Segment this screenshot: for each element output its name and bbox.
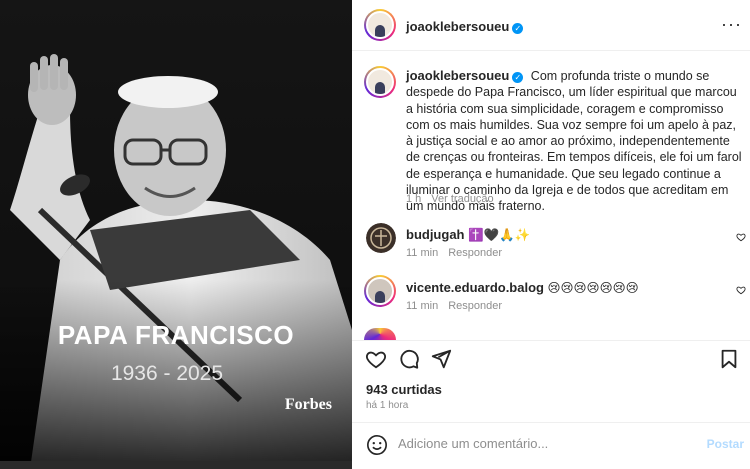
instagram-post-modal: PAPA FRANCISCO 1936 - 2025 Forbes joaokl… xyxy=(0,0,750,469)
author-avatar[interactable] xyxy=(364,9,396,41)
comment-username[interactable]: budjugah xyxy=(406,227,465,242)
comment-time: 11 min xyxy=(406,300,439,312)
translate-link[interactable]: Ver tradução xyxy=(431,193,493,205)
post-action-bar xyxy=(352,346,750,374)
forbes-logo: Forbes xyxy=(284,396,332,413)
comment-meta: 11 min Responder xyxy=(406,300,502,312)
commenter-avatar-partial xyxy=(364,328,396,340)
like-comment-heart-icon[interactable] xyxy=(736,232,746,242)
caption-author-username[interactable]: joaoklebersoueu ✓ xyxy=(406,68,524,83)
share-paper-plane-icon[interactable] xyxy=(430,348,452,370)
more-options-icon[interactable]: ··· xyxy=(721,14,742,35)
like-heart-icon[interactable] xyxy=(365,348,387,370)
commenter-avatar[interactable] xyxy=(364,275,396,307)
comment-bubble-icon[interactable] xyxy=(398,348,420,370)
emoji-icon[interactable] xyxy=(366,434,388,456)
caption-author-avatar[interactable] xyxy=(364,66,396,98)
image-headline: PAPA FRANCISCO xyxy=(57,320,295,350)
comment-body: budjugah ✝️🖤🙏✨ xyxy=(406,227,530,243)
comment-input[interactable] xyxy=(398,436,698,451)
comment-text: 😢😢😢😢😢😢😢 xyxy=(547,281,639,295)
verified-icon: ✓ xyxy=(512,23,524,34)
comment-username[interactable]: vicente.eduardo.balog xyxy=(406,280,544,295)
add-comment-bar: Postar xyxy=(352,422,750,469)
likes-count[interactable]: 943 curtidas xyxy=(366,382,442,397)
post-comment-button[interactable]: Postar xyxy=(707,437,744,451)
post-details-panel: joaoklebersoueu ✓ ··· joaoklebersoueu ✓ Co… xyxy=(352,0,750,469)
reply-button[interactable]: Responder xyxy=(448,247,502,259)
comment-time: 11 min xyxy=(406,247,439,259)
reply-button[interactable]: Responder xyxy=(448,300,502,312)
comment-text: ✝️🖤🙏✨ xyxy=(467,228,531,242)
post-timestamp: há 1 hora xyxy=(366,400,409,411)
caption-meta: 1 h Ver tradução xyxy=(406,193,494,205)
post-header: joaoklebersoueu ✓ ··· xyxy=(352,0,750,51)
image-bottom-strip xyxy=(0,461,352,469)
commenter-avatar[interactable] xyxy=(366,223,396,253)
post-image[interactable]: PAPA FRANCISCO 1936 - 2025 Forbes xyxy=(0,0,352,469)
verified-icon: ✓ xyxy=(512,72,524,83)
caption-text: Com profunda triste o mundo se despede d… xyxy=(406,69,742,214)
comment-meta: 11 min Responder xyxy=(406,247,502,259)
image-years: 1936 - 2025 xyxy=(110,362,224,385)
author-name-row: joaoklebersoueu ✓ xyxy=(406,18,524,36)
caption-time: 1 h xyxy=(406,193,422,205)
actions-divider xyxy=(352,340,750,341)
like-comment-heart-icon[interactable] xyxy=(736,285,746,295)
comment-body: vicente.eduardo.balog 😢😢😢😢😢😢😢 xyxy=(406,280,639,295)
save-bookmark-icon[interactable] xyxy=(718,348,740,370)
author-username[interactable]: joaoklebersoueu xyxy=(406,19,509,34)
